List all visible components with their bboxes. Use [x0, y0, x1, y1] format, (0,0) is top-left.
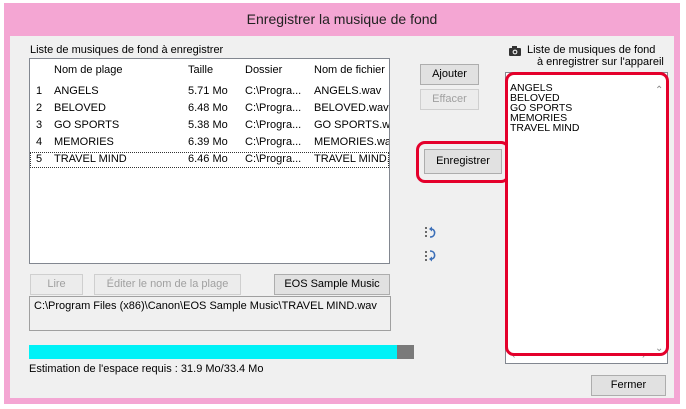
row-folder: C:\Progra... [245, 153, 302, 165]
window-title: Enregistrer la musique de fond [246, 11, 438, 27]
row-number: 1 [36, 85, 43, 97]
row-size: 5.71 Mo [188, 85, 228, 97]
column-filename[interactable]: Nom de fichier [314, 64, 385, 76]
row-size: 6.39 Mo [188, 136, 228, 148]
eos-sample-music-button[interactable]: EOS Sample Music [274, 274, 390, 295]
row-number: 5 [36, 153, 43, 165]
row-folder: C:\Progra... [245, 136, 302, 148]
register-button[interactable]: Enregistrer [424, 149, 502, 174]
left-list-heading: Liste de musiques de fond à enregistrer [30, 44, 224, 56]
table-row-selected[interactable]: 5 TRAVEL MIND 6.46 Mo C:\Progra... TRAVE… [30, 152, 389, 168]
row-size: 6.46 Mo [188, 153, 228, 165]
table-row[interactable]: 3 GO SPORTS 5.38 Mo C:\Progra... GO SPOR… [30, 118, 389, 134]
table-row[interactable]: 1 ANGELS 5.71 Mo C:\Progra... ANGELS.wav [30, 84, 389, 100]
row-filename: MEMORIES.wav [314, 136, 390, 148]
row-track-name: BELOVED [54, 102, 106, 114]
row-size: 5.38 Mo [188, 119, 228, 131]
right-list-heading-line1: Liste de musiques de fond [527, 44, 656, 56]
play-button[interactable]: Lire [30, 274, 83, 295]
row-filename: TRAVEL MIND.w... [314, 153, 390, 165]
right-list-heading-line2: à enregistrer sur l'appareil [537, 56, 664, 68]
camera-list-highlight-ring [505, 72, 669, 356]
row-number: 2 [36, 102, 43, 114]
column-size[interactable]: Taille [188, 64, 213, 76]
space-progress-fill [29, 345, 397, 359]
row-folder: C:\Progra... [245, 102, 302, 114]
row-size: 6.48 Mo [188, 102, 228, 114]
selected-file-path: C:\Program Files (x86)\Canon\EOS Sample … [29, 296, 391, 331]
row-track-name: TRAVEL MIND [54, 153, 127, 165]
space-progress-bar [29, 345, 414, 359]
row-track-name: GO SPORTS [54, 119, 120, 131]
camera-icon [509, 46, 521, 56]
row-track-name: ANGELS [54, 85, 99, 97]
close-button[interactable]: Fermer [591, 375, 666, 396]
move-down-icon[interactable] [424, 249, 438, 263]
dialog-window: Enregistrer la musique de fond Liste de … [4, 3, 680, 404]
table-row[interactable]: 4 MEMORIES 6.39 Mo C:\Progra... MEMORIES… [30, 135, 389, 151]
row-number: 3 [36, 119, 43, 131]
column-folder[interactable]: Dossier [245, 64, 282, 76]
row-track-name: MEMORIES [54, 136, 114, 148]
row-filename: GO SPORTS.wav [314, 119, 390, 131]
edit-track-name-button[interactable]: Éditer le nom de la plage [94, 274, 241, 295]
background-music-list[interactable]: Nom de plage Taille Dossier Nom de fichi… [29, 58, 390, 264]
move-up-icon[interactable] [424, 225, 438, 239]
row-filename: ANGELS.wav [314, 85, 382, 97]
row-filename: BELOVED.wav [314, 102, 389, 114]
dialog-client-area: Liste de musiques de fond à enregistrer … [10, 36, 674, 398]
table-row[interactable]: 2 BELOVED 6.48 Mo C:\Progra... BELOVED.w… [30, 101, 389, 117]
row-folder: C:\Progra... [245, 85, 302, 97]
list-header: Nom de plage Taille Dossier Nom de fichi… [30, 59, 389, 81]
row-folder: C:\Progra... [245, 119, 302, 131]
column-track-name[interactable]: Nom de plage [54, 64, 123, 76]
add-button[interactable]: Ajouter [420, 64, 479, 85]
delete-button[interactable]: Effacer [420, 89, 479, 110]
row-number: 4 [36, 136, 43, 148]
space-estimate-label: Estimation de l'espace requis : 31.9 Mo/… [29, 363, 264, 375]
